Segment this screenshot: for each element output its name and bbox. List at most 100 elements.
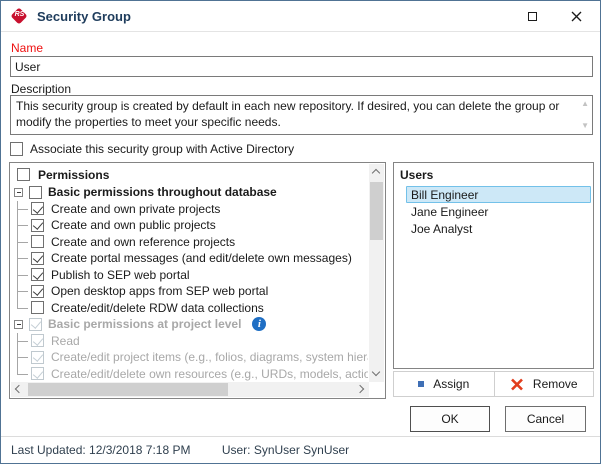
ok-button[interactable]: OK: [410, 406, 490, 432]
permission-group-label: Basic permissions throughout database: [48, 185, 277, 199]
permission-group-label: Basic permissions at project level: [48, 317, 241, 331]
horizontal-scrollbar[interactable]: [11, 382, 369, 397]
scroll-up-icon[interactable]: [373, 170, 380, 177]
current-user-text: User: SynUser SynUser: [222, 443, 349, 457]
assign-label: Assign: [433, 377, 469, 391]
permission-item-checkbox: [31, 367, 44, 380]
permission-item-row[interactable]: Create and own private projects: [11, 201, 368, 218]
tree-connector: [11, 300, 31, 317]
permission-item-row[interactable]: Create/edit project items (e.g., folios,…: [11, 349, 368, 366]
user-list: Bill EngineerJane EngineerJoe Analyst: [394, 186, 593, 237]
permission-item-label: Publish to SEP web portal: [51, 268, 190, 282]
description-textarea[interactable]: This security group is created by defaul…: [10, 95, 593, 135]
security-group-dialog: RS Security Group Name Description This …: [0, 0, 601, 464]
permission-item-checkbox: [31, 334, 44, 347]
permission-item-row[interactable]: Create/edit/delete RDW data collections: [11, 300, 368, 317]
name-label: Name: [11, 41, 43, 55]
permissions-tree: Permissions Basic permissions throughout …: [11, 165, 368, 381]
permission-item-checkbox[interactable]: [31, 202, 44, 215]
permissions-header-row[interactable]: Permissions: [11, 165, 368, 184]
scroll-up-icon: ▲: [581, 100, 589, 108]
status-bar: Last Updated: 12/3/2018 7:18 PM User: Sy…: [11, 443, 349, 457]
tree-connector: [11, 283, 31, 300]
permission-item-label: Create portal messages (and edit/delete …: [51, 251, 352, 265]
remove-button[interactable]: Remove: [494, 372, 594, 396]
vertical-scrollbar-thumb[interactable]: [370, 182, 383, 240]
permission-group-row[interactable]: Basic permissions at project level i: [11, 316, 368, 333]
assign-remove-toolbar: Assign Remove: [393, 371, 594, 397]
maximize-button[interactable]: [510, 1, 554, 32]
last-updated-text: Last Updated: 12/3/2018 7:18 PM: [11, 443, 190, 457]
logo-letters: RS: [11, 11, 28, 18]
active-directory-row[interactable]: Associate this security group with Activ…: [10, 142, 294, 156]
permission-item-row[interactable]: Open desktop apps from SEP web portal: [11, 283, 368, 300]
titlebar: RS Security Group: [1, 1, 600, 32]
permission-item-checkbox[interactable]: [31, 235, 44, 248]
tree-connector: [11, 349, 31, 366]
status-separator: [1, 436, 600, 437]
permission-item-row[interactable]: Create portal messages (and edit/delete …: [11, 250, 368, 267]
tree-connector: [11, 250, 31, 267]
horizontal-scrollbar-thumb[interactable]: [28, 383, 228, 396]
permission-group-checkbox[interactable]: [29, 186, 42, 199]
permissions-header-checkbox[interactable]: [17, 168, 30, 181]
tree-connector: [11, 333, 31, 350]
description-label: Description: [11, 82, 71, 96]
assign-button[interactable]: Assign: [394, 372, 494, 396]
permission-item-label: Create/edit/delete RDW data collections: [51, 301, 264, 315]
info-icon[interactable]: i: [252, 317, 266, 331]
assign-icon: [418, 381, 424, 387]
collapse-icon[interactable]: [14, 188, 23, 197]
permission-item-checkbox[interactable]: [31, 252, 44, 265]
permissions-header-label: Permissions: [38, 168, 109, 182]
close-button[interactable]: [554, 1, 598, 32]
description-text: This security group is created by defaul…: [16, 99, 559, 129]
vertical-scrollbar[interactable]: [369, 164, 384, 382]
users-header: Users: [394, 163, 593, 186]
permission-item-checkbox[interactable]: [31, 285, 44, 298]
remove-icon: [510, 378, 524, 391]
collapse-icon[interactable]: [14, 320, 23, 329]
permission-item-row[interactable]: Create and own public projects: [11, 217, 368, 234]
users-panel: Users Bill EngineerJane EngineerJoe Anal…: [393, 162, 594, 369]
cancel-button[interactable]: Cancel: [505, 406, 586, 432]
tree-connector: [11, 234, 31, 251]
close-icon: [571, 11, 582, 22]
scroll-down-icon[interactable]: [373, 369, 380, 376]
permission-item-checkbox: [31, 351, 44, 364]
permission-item-label: Read: [51, 334, 80, 348]
permission-item-label: Open desktop apps from SEP web portal: [51, 284, 268, 298]
scroll-left-icon[interactable]: [16, 386, 23, 393]
permission-group-row[interactable]: Basic permissions throughout database: [11, 184, 368, 201]
user-list-item[interactable]: Joe Analyst: [406, 220, 591, 237]
user-list-item[interactable]: Bill Engineer: [406, 186, 591, 203]
permission-item-label: Create and own public projects: [51, 218, 216, 232]
remove-label: Remove: [533, 377, 578, 391]
tree-connector: [11, 201, 31, 218]
user-list-item[interactable]: Jane Engineer: [406, 203, 591, 220]
permission-item-checkbox[interactable]: [31, 219, 44, 232]
permission-item-row[interactable]: Create and own reference projects: [11, 234, 368, 251]
name-input[interactable]: [10, 56, 593, 77]
tree-connector: [11, 267, 31, 284]
tree-connector: [11, 366, 31, 382]
permission-item-label: Create/edit project items (e.g., folios,…: [51, 350, 368, 364]
app-logo-icon: RS: [11, 8, 28, 25]
permission-item-row[interactable]: Publish to SEP web portal: [11, 267, 368, 284]
permission-item-label: Create and own reference projects: [51, 235, 235, 249]
permission-group-checkbox: [29, 318, 42, 331]
active-directory-checkbox[interactable]: [10, 142, 23, 156]
permission-item-row[interactable]: Read: [11, 333, 368, 350]
active-directory-label: Associate this security group with Activ…: [30, 142, 294, 156]
maximize-icon: [528, 12, 537, 21]
permission-item-label: Create and own private projects: [51, 202, 220, 216]
window-title: Security Group: [37, 9, 131, 24]
permission-item-checkbox[interactable]: [31, 301, 44, 314]
tree-connector: [11, 217, 31, 234]
permissions-panel: Permissions Basic permissions throughout …: [9, 162, 386, 399]
scroll-right-icon[interactable]: [357, 386, 364, 393]
permission-item-row[interactable]: Create/edit/delete own resources (e.g., …: [11, 366, 368, 382]
scroll-down-icon: ▼: [581, 122, 589, 130]
permission-item-label: Create/edit/delete own resources (e.g., …: [51, 367, 368, 381]
permission-item-checkbox[interactable]: [31, 268, 44, 281]
